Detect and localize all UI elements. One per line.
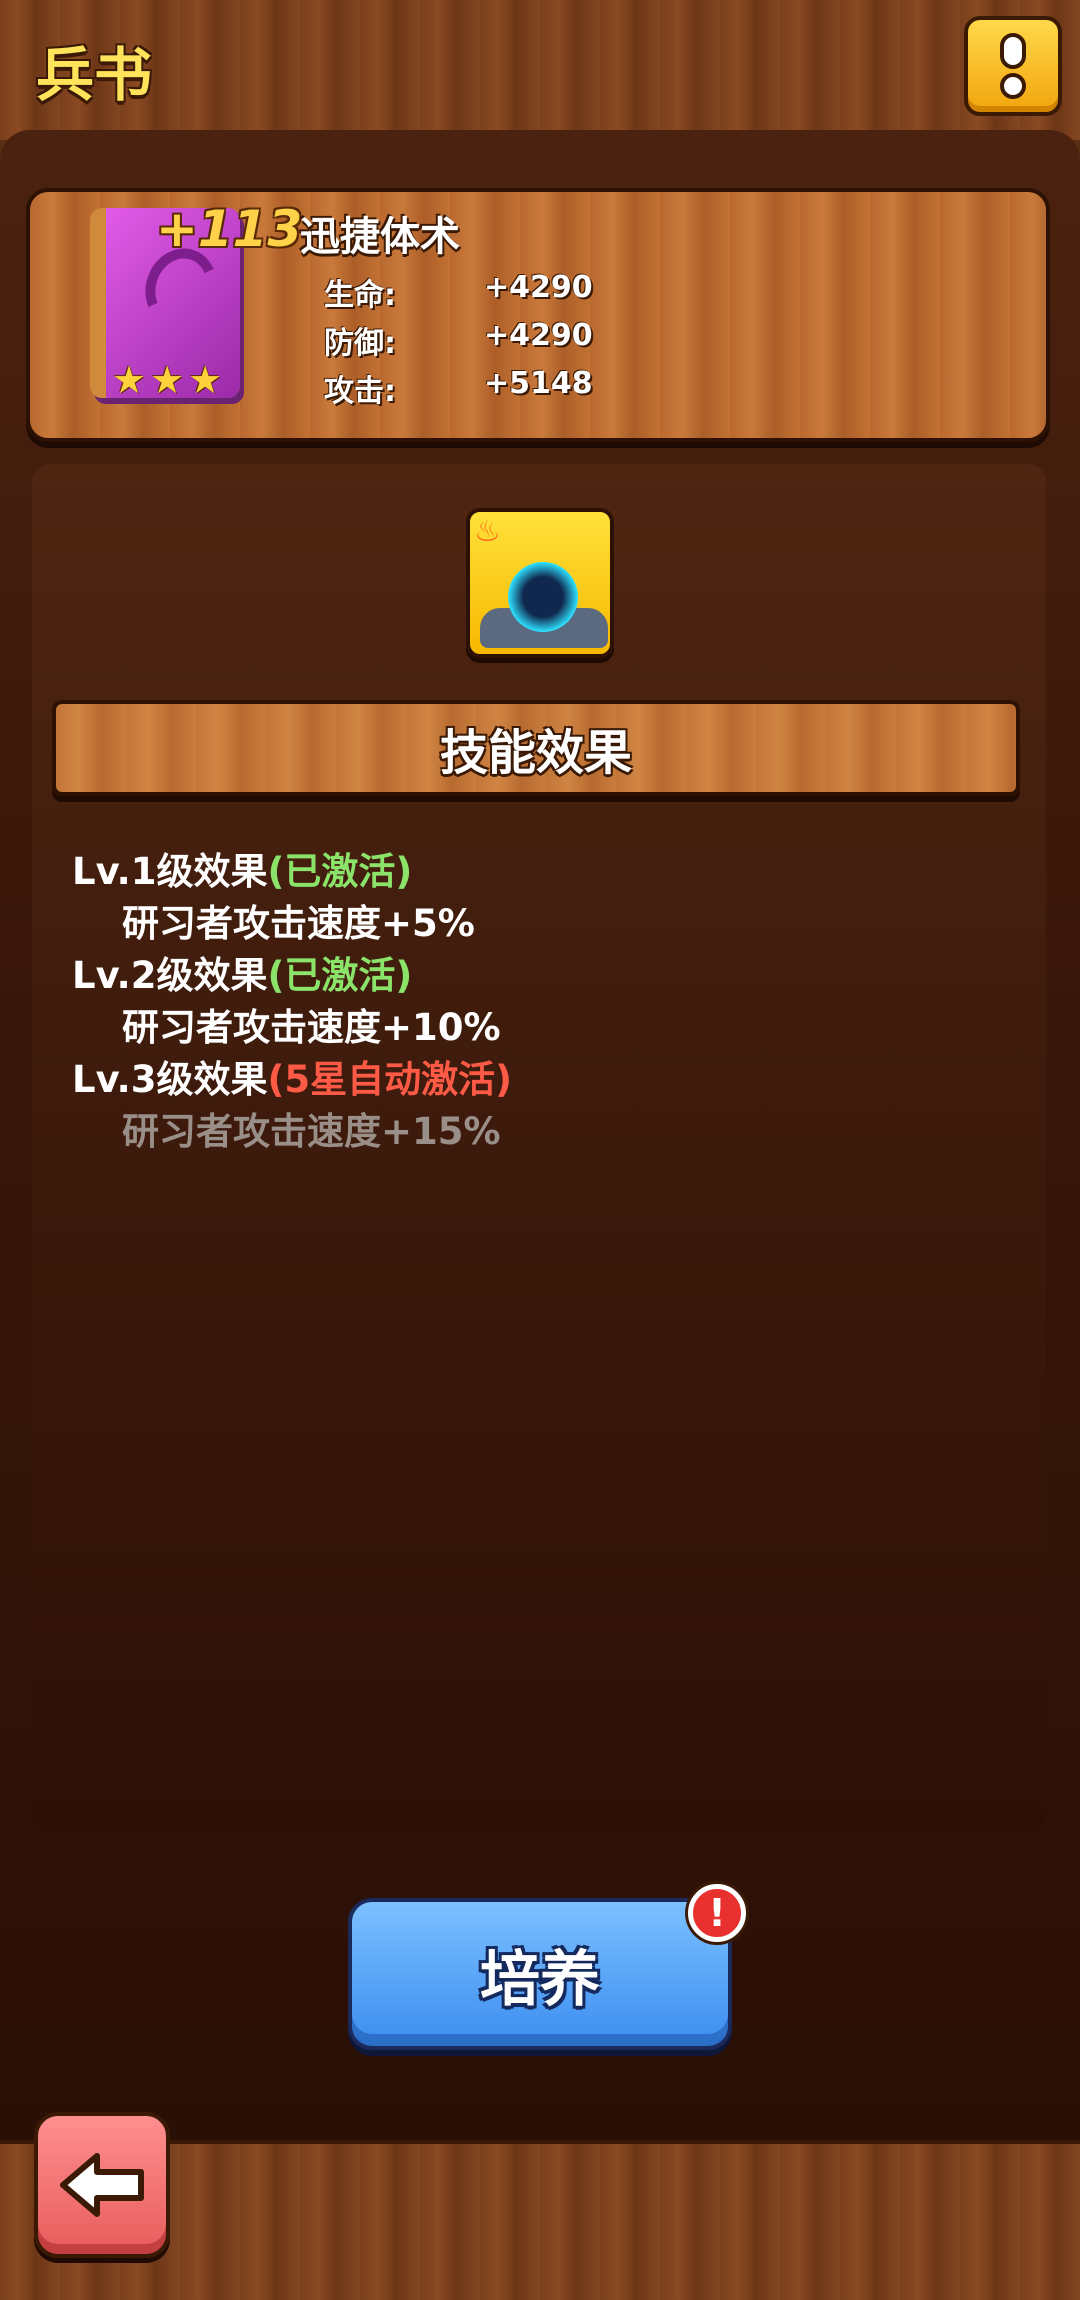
star-icon: ★ xyxy=(150,358,185,402)
stat-row-hp: 生命: +4290 xyxy=(324,270,593,314)
fire-icon: ♨ xyxy=(474,514,501,549)
hero-orb xyxy=(508,562,578,632)
star-rating: ★ ★ ★ xyxy=(112,358,222,402)
alert-badge-icon: ! xyxy=(688,1884,746,1942)
effect-level-label: Lv.3级效果 xyxy=(72,1058,268,1101)
cultivate-button[interactable]: 培养 xyxy=(348,1898,732,2050)
effect-level-3: Lv.3级效果(5星自动激活) xyxy=(72,1054,512,1106)
book-level: +113 xyxy=(156,200,303,258)
back-arrow-icon xyxy=(60,2153,144,2217)
effect-level-label: Lv.2级效果 xyxy=(72,954,268,997)
top-bar xyxy=(0,0,1080,140)
star-icon: ★ xyxy=(188,358,223,402)
effect-status: (已激活) xyxy=(267,954,413,997)
effect-status: (5星自动激活) xyxy=(267,1058,513,1101)
stat-label: 生命: xyxy=(324,278,396,313)
stat-value: +5148 xyxy=(484,366,593,401)
info-button[interactable] xyxy=(964,16,1062,116)
stat-label: 攻击: xyxy=(324,374,396,409)
star-icon: ★ xyxy=(112,358,147,402)
exclamation-icon xyxy=(1000,33,1026,69)
back-button[interactable] xyxy=(34,2112,170,2258)
effect-level-label: Lv.1级效果 xyxy=(72,850,268,893)
effects-list: Lv.1级效果(已激活) 研习者攻击速度+5% Lv.2级效果(已激活) 研习者… xyxy=(72,846,512,1158)
page-title: 兵书 xyxy=(36,41,153,109)
effect-status: (已激活) xyxy=(267,850,413,893)
book-name: 迅捷体术 xyxy=(300,214,460,260)
stat-value: +4290 xyxy=(484,270,593,305)
effect-level-1: Lv.1级效果(已激活) xyxy=(72,846,512,898)
hero-avatar[interactable]: ♨ xyxy=(466,508,614,658)
stat-row-defense: 防御: +4290 xyxy=(324,318,593,362)
stat-label: 防御: xyxy=(324,326,396,361)
effect-desc-1: 研习者攻击速度+5% xyxy=(122,902,475,945)
stat-row-attack: 攻击: +5148 xyxy=(324,366,593,410)
effect-desc-2: 研习者攻击速度+10% xyxy=(122,1006,501,1049)
exclamation-dot xyxy=(1000,73,1026,99)
effect-level-2: Lv.2级效果(已激活) xyxy=(72,950,512,1002)
book-card: +113 ★ ★ ★ 迅捷体术 生命: +4290 防御: +4290 攻击: … xyxy=(26,188,1050,442)
stat-value: +4290 xyxy=(484,318,593,353)
effect-desc-3: 研习者攻击速度+15% xyxy=(122,1110,501,1153)
skill-effect-header: 技能效果 xyxy=(52,700,1020,796)
